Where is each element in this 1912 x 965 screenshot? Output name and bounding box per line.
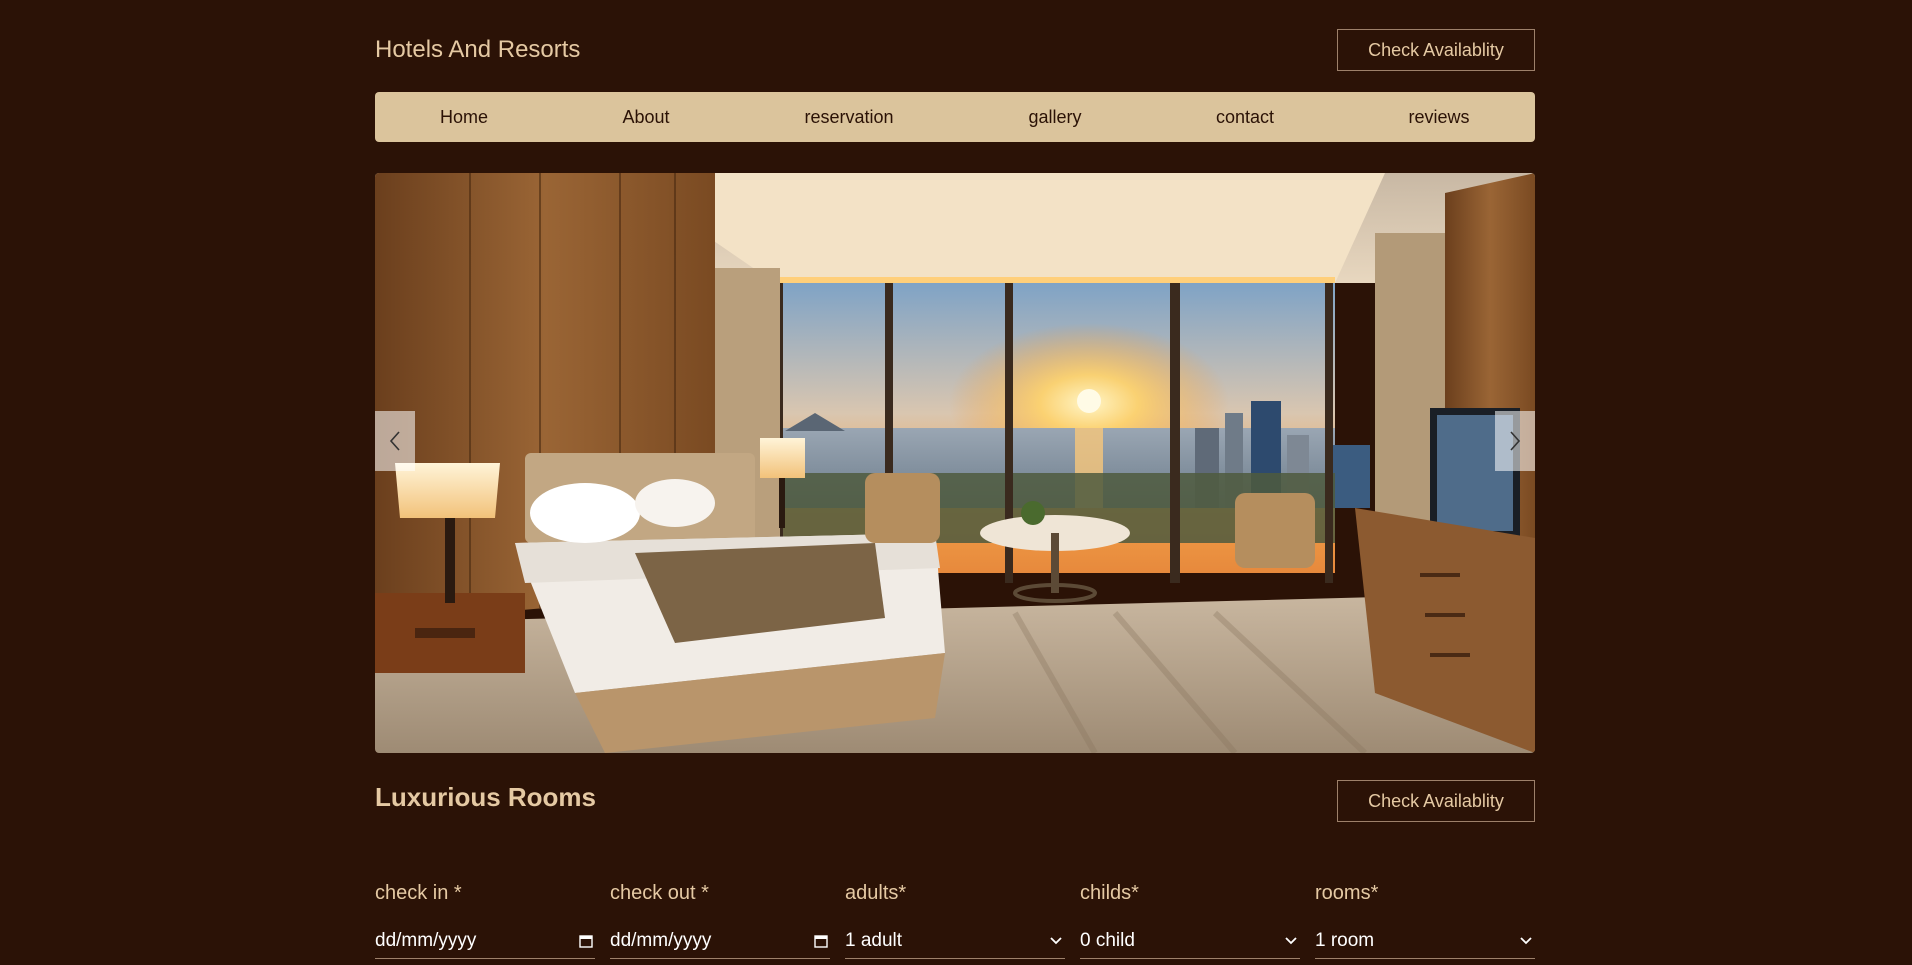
check-out-value: dd/mm/yyyy xyxy=(610,930,712,951)
adults-select[interactable]: 1 adult xyxy=(845,924,1065,959)
slider-next-button[interactable] xyxy=(1495,411,1535,471)
chevron-down-icon xyxy=(1049,934,1063,948)
check-out-input[interactable]: dd/mm/yyyy xyxy=(610,924,830,959)
adults-field: adults* 1 adult xyxy=(845,880,1065,959)
check-availability-button[interactable]: Check Availablity xyxy=(1337,29,1535,71)
hero-slider xyxy=(375,173,1535,753)
chevron-right-icon xyxy=(1510,431,1521,451)
childs-value: 0 child xyxy=(1080,930,1135,951)
childs-label: childs* xyxy=(1080,882,1139,904)
childs-select[interactable]: 0 child xyxy=(1080,924,1300,959)
brand-title[interactable]: Hotels And Resorts xyxy=(375,36,580,64)
adults-value: 1 adult xyxy=(845,930,903,951)
rooms-select[interactable]: 1 room xyxy=(1315,924,1535,959)
rooms-field: rooms* 1 room xyxy=(1315,880,1535,959)
check-in-field: check in * dd/mm/yyyy xyxy=(375,880,595,959)
check-in-label: check in * xyxy=(375,882,462,904)
childs-field: childs* 0 child xyxy=(1080,880,1300,959)
calendar-icon[interactable] xyxy=(814,934,828,948)
nav-item-contact[interactable]: contact xyxy=(1216,92,1274,142)
rooms-value: 1 room xyxy=(1315,930,1375,951)
site-header: Hotels And Resorts Check Availablity xyxy=(375,0,1535,92)
nav-item-reservation[interactable]: reservation xyxy=(804,92,893,142)
calendar-icon[interactable] xyxy=(579,934,593,948)
chevron-down-icon xyxy=(1284,934,1298,948)
nav-item-reviews[interactable]: reviews xyxy=(1408,92,1469,142)
chevron-left-icon xyxy=(389,431,400,451)
chevron-down-icon xyxy=(1519,934,1533,948)
check-availability-button-secondary[interactable]: Check Availablity xyxy=(1337,780,1535,822)
section-title: Luxurious Rooms xyxy=(375,782,597,812)
check-in-input[interactable]: dd/mm/yyyy xyxy=(375,924,595,959)
nav-item-home[interactable]: Home xyxy=(440,92,488,142)
check-in-value: dd/mm/yyyy xyxy=(375,930,477,951)
nav-item-gallery[interactable]: gallery xyxy=(1028,92,1081,142)
nav-item-about[interactable]: About xyxy=(622,92,669,142)
rooms-label: rooms* xyxy=(1315,882,1379,904)
adults-label: adults* xyxy=(845,882,907,904)
check-out-field: check out * dd/mm/yyyy xyxy=(610,880,830,959)
slider-prev-button[interactable] xyxy=(375,411,415,471)
check-out-label: check out * xyxy=(610,882,709,904)
hotel-room-image xyxy=(375,173,1535,753)
main-nav: Home About reservation gallery contact r… xyxy=(375,92,1535,142)
page-container: Hotels And Resorts Check Availablity Hom… xyxy=(375,0,1535,959)
